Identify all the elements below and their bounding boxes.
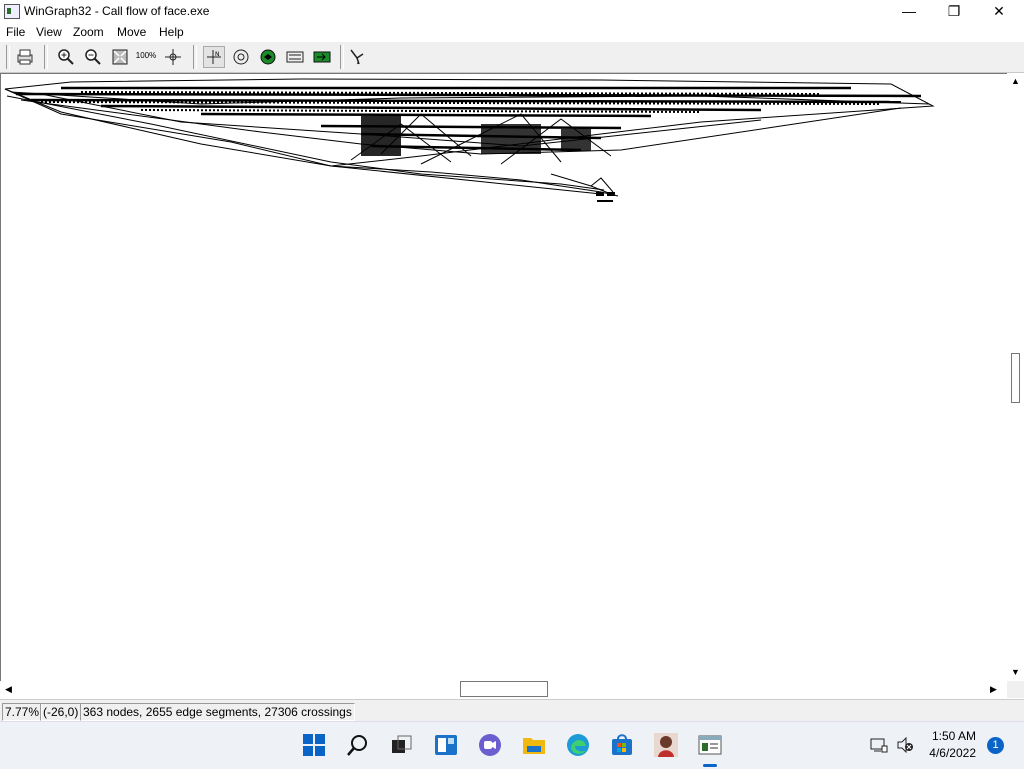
menu-bar: File View Zoom Move Help (0, 23, 1024, 42)
network-icon[interactable] (870, 737, 888, 756)
window-title: WinGraph32 - Call flow of face.exe (24, 4, 210, 18)
maximize-button[interactable]: ❐ (931, 0, 977, 23)
menu-help[interactable]: Help (159, 25, 184, 39)
horizontal-scroll-thumb[interactable] (460, 681, 548, 697)
scroll-left-icon[interactable]: ◀ (5, 684, 12, 695)
taskbar: 1:50 AM 4/6/2022 1 (0, 721, 1024, 769)
clock-date[interactable]: 4/6/2022 (929, 746, 976, 760)
zoom-100-icon[interactable]: 100% (135, 46, 157, 68)
minimize-button[interactable]: — (886, 0, 932, 23)
user-app-icon[interactable] (653, 732, 679, 758)
status-stats: 363 nodes, 2655 edge segments, 27306 cro… (80, 703, 355, 721)
status-coords: (-26,0) (40, 703, 82, 721)
horizontal-scrollbar[interactable]: ◀ ▶ (0, 681, 1007, 698)
app-icon[interactable] (4, 4, 20, 19)
print-icon[interactable] (14, 46, 36, 68)
menu-file[interactable]: File (6, 25, 25, 39)
toolbar: 100% N (0, 42, 1024, 73)
search-icon[interactable] (345, 732, 371, 758)
volume-muted-icon[interactable] (896, 736, 914, 756)
size-grip[interactable] (1007, 681, 1024, 698)
wingraph-icon[interactable] (697, 732, 723, 758)
menu-move[interactable]: Move (117, 25, 146, 39)
close-button[interactable]: ✕ (976, 0, 1022, 23)
green-arrow-icon[interactable] (311, 46, 333, 68)
active-indicator (703, 764, 717, 767)
notification-badge[interactable]: 1 (987, 737, 1004, 754)
edge-icon[interactable] (565, 732, 591, 758)
toolbar-separator (193, 45, 197, 69)
zoom-in-icon[interactable] (55, 46, 77, 68)
menu-view[interactable]: View (36, 25, 62, 39)
clock-time[interactable]: 1:50 AM (932, 729, 976, 743)
folding-icon[interactable] (284, 46, 306, 68)
chat-icon[interactable] (477, 732, 503, 758)
widgets-icon[interactable] (433, 732, 459, 758)
scroll-down-icon[interactable]: ▼ (1011, 667, 1020, 677)
zoom-out-icon[interactable] (82, 46, 104, 68)
vertical-scroll-thumb[interactable] (1011, 353, 1020, 403)
status-zoom: 7.77% (2, 703, 43, 721)
center-icon[interactable] (162, 46, 184, 68)
fit-window-icon[interactable] (109, 46, 131, 68)
store-icon[interactable] (609, 732, 635, 758)
toolbar-separator (44, 45, 48, 69)
vertical-scrollbar[interactable]: ▲ ▼ (1007, 73, 1024, 681)
layout-icon[interactable]: N (203, 46, 225, 68)
toolbar-separator (340, 45, 344, 69)
task-view-icon[interactable] (389, 732, 415, 758)
edge-icon[interactable] (346, 46, 368, 68)
svg-text:N: N (215, 51, 220, 58)
status-bar: 7.77% (-26,0) 363 nodes, 2655 edge segme… (0, 699, 1024, 722)
menu-zoom[interactable]: Zoom (73, 25, 104, 39)
title-bar: WinGraph32 - Call flow of face.exe — ❐ ✕ (0, 0, 1024, 23)
circle-icon[interactable] (230, 46, 252, 68)
green-dot-icon[interactable] (257, 46, 279, 68)
start-icon[interactable] (301, 732, 327, 758)
toolbar-separator (6, 45, 10, 69)
call-flow-graph (4, 78, 935, 202)
file-explorer-icon[interactable] (521, 732, 547, 758)
scroll-up-icon[interactable]: ▲ (1011, 76, 1020, 86)
scroll-right-icon[interactable]: ▶ (990, 684, 997, 695)
graph-canvas[interactable] (0, 73, 1008, 682)
